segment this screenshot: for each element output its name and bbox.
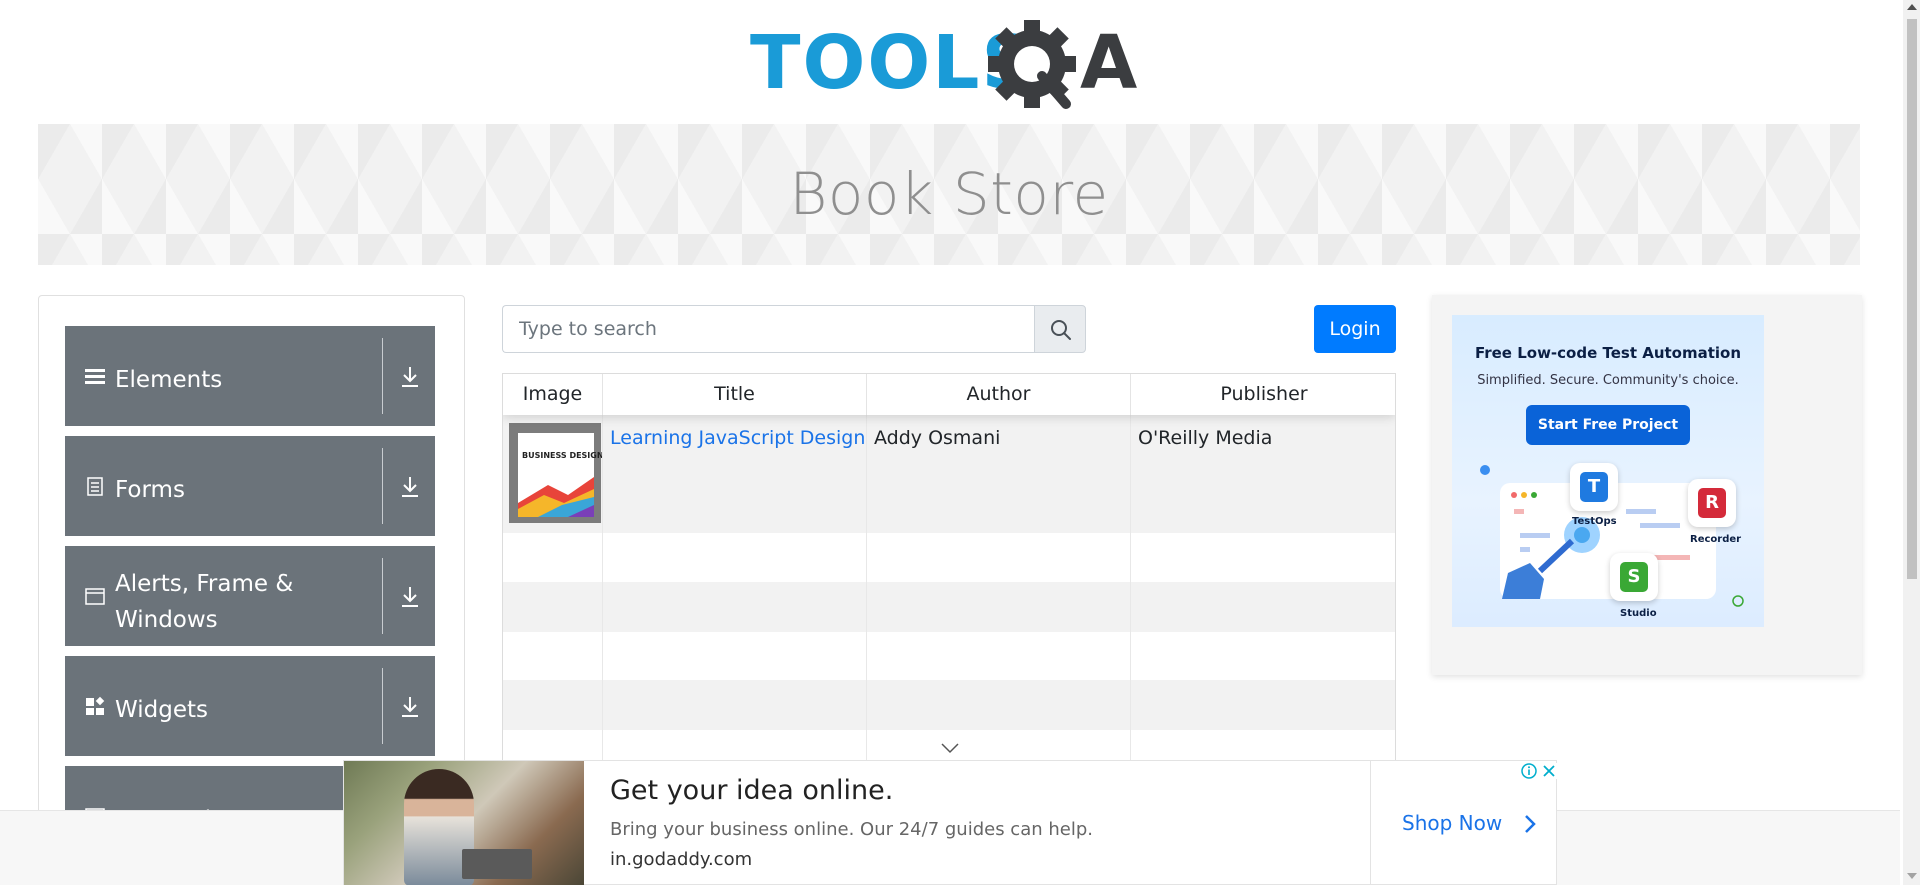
shop-now-label: Shop Now [1402, 811, 1503, 835]
start-free-project-button[interactable]: Start Free Project [1526, 405, 1690, 445]
ad-info-icon[interactable] [1521, 763, 1537, 779]
testops-tile: T [1570, 463, 1618, 511]
ad-subtitle: Simplified. Secure. Community's choice. [1477, 373, 1739, 388]
ad-creative[interactable]: Free Low-code Test Automation Simplified… [1452, 315, 1764, 627]
toolsqa-logo[interactable]: TOOLS A [750, 18, 1152, 114]
table-row [503, 533, 1395, 582]
ad-photo [344, 761, 584, 885]
table-row [503, 582, 1395, 632]
column-header-author[interactable]: Author [867, 374, 1131, 415]
divider [382, 448, 383, 524]
page-scrollbar[interactable] [1903, 0, 1920, 885]
book-cover-image: BUSINESS DESIGN [509, 423, 602, 523]
recorder-tile: R [1688, 479, 1736, 527]
testops-label: TestOps [1572, 516, 1617, 527]
download-arrow-icon[interactable] [397, 694, 423, 720]
recorder-label: Recorder [1690, 534, 1742, 545]
ad-domain[interactable]: in.godaddy.com [610, 849, 752, 870]
table-row: BUSINESS DESIGN Learning JavaScript Desi… [503, 415, 1395, 533]
sidebar-group-elements[interactable]: Elements [65, 326, 435, 426]
widgets-icon [86, 696, 105, 715]
scroll-down-arrow-icon[interactable] [1907, 873, 1917, 879]
studio-logo-icon: S [1620, 562, 1648, 592]
search-input[interactable] [502, 305, 1034, 353]
download-arrow-icon[interactable] [397, 474, 423, 500]
column-header-title[interactable]: Title [603, 374, 867, 415]
gear-icon [988, 20, 1076, 109]
login-button[interactable]: Login [1314, 305, 1396, 353]
scroll-up-arrow-icon[interactable] [1907, 4, 1917, 10]
divider [382, 668, 383, 744]
ad-title: Free Low-code Test Automation [1474, 344, 1742, 362]
shop-now-button[interactable]: Shop Now [1402, 811, 1536, 835]
ad-headline[interactable]: Get your idea online. [610, 775, 893, 806]
ad-description: Bring your business online. Our 24/7 gui… [610, 819, 1093, 840]
download-arrow-icon[interactable] [397, 584, 423, 610]
download-arrow-icon[interactable] [397, 364, 423, 390]
search-box [502, 305, 1086, 353]
divider [382, 338, 383, 414]
book-title-link[interactable]: Learning JavaScript Design Patterns [610, 427, 866, 449]
sidebar-group-label: Elements [115, 367, 223, 393]
sidebar-group-alerts[interactable]: Alerts, Frame & Windows [65, 546, 435, 646]
testops-logo-icon: T [1580, 472, 1608, 502]
studio-label: Studio [1620, 608, 1657, 619]
hamburger-icon [85, 369, 105, 384]
divider [1370, 761, 1371, 885]
scrollbar-thumb[interactable] [1907, 19, 1917, 579]
sidebar-group-forms[interactable]: Forms [65, 436, 435, 536]
column-header-image[interactable]: Image [503, 374, 603, 415]
form-document-icon [87, 477, 103, 496]
table-header: Image Title Author Publisher [503, 374, 1395, 415]
right-advertisement[interactable]: Free Low-code Test Automation Simplified… [1432, 295, 1862, 675]
divider [382, 558, 383, 634]
page-banner: Book Store [38, 124, 1860, 265]
table-cell-publisher: O'Reilly Media [1138, 427, 1273, 449]
search-button[interactable] [1034, 305, 1086, 353]
logo-text-a: A [1080, 20, 1137, 106]
decorative-ring [1732, 595, 1744, 607]
search-icon [1051, 320, 1071, 340]
decorative-dot [1480, 465, 1490, 475]
chevron-down-icon[interactable] [940, 742, 960, 754]
left-panel: Elements Forms Alerts, Frame & Windows W… [38, 295, 465, 815]
table-cell-author: Addy Osmani [867, 415, 1131, 533]
table-cell-image: BUSINESS DESIGN [503, 415, 603, 533]
sidebar-group-label: Widgets [115, 697, 208, 723]
ad-controls [1521, 763, 1557, 779]
browser-window-icon [85, 588, 105, 605]
table-row [503, 632, 1395, 680]
studio-tile: S [1610, 553, 1658, 601]
recorder-logo-icon: R [1698, 488, 1726, 518]
page-title: Book Store [789, 160, 1109, 228]
books-table: Image Title Author Publisher BUSINESS DE… [502, 373, 1396, 763]
sidebar-group-widgets[interactable]: Widgets [65, 656, 435, 756]
table-row [503, 680, 1395, 730]
bottom-advertisement[interactable]: Get your idea online. Bring your busines… [343, 760, 1557, 885]
close-icon[interactable] [1541, 763, 1557, 779]
chevron-right-icon [1525, 815, 1536, 833]
sidebar-group-label: Alerts, Frame & Windows [115, 571, 294, 633]
column-header-publisher[interactable]: Publisher [1131, 374, 1395, 415]
table-cell-title: Learning JavaScript Design Patterns [603, 415, 867, 533]
sidebar-group-label: Forms [115, 477, 185, 503]
